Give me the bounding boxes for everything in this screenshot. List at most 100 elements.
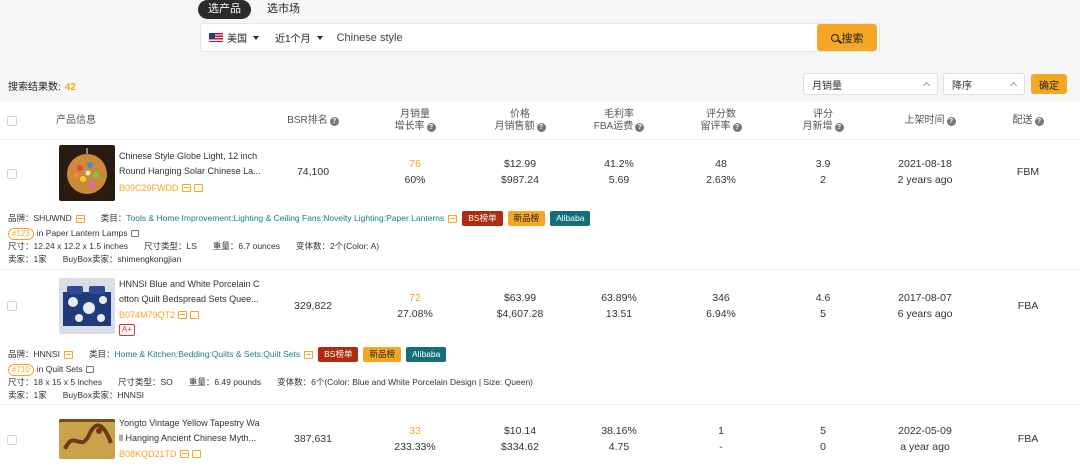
row-detail: 品牌：SHUWND 类目： Tools & Home Improvement:L… [0, 208, 1080, 267]
message-icon[interactable] [193, 184, 203, 192]
folder-icon[interactable] [179, 450, 189, 458]
new-release-tag[interactable]: 新品榜 [363, 347, 401, 362]
asin-link[interactable]: B09C29FWDD [119, 183, 203, 193]
tab-select-product[interactable]: 选产品 [198, 0, 251, 19]
sort-order-label: 降序 [952, 80, 972, 92]
results-table: 产品信息 BSR排名? 月销量 增长率? 价格 月销售额? 毛利率 FBA运费? 评分… [0, 102, 1080, 474]
category-link[interactable]: Tools & Home Improvement:Lighting & Ceil… [126, 212, 444, 225]
search-icon [830, 33, 839, 42]
table-header: 产品信息 BSR排名? 月销量 增长率? 价格 月销售额? 毛利率 FBA运费? 评分… [0, 102, 1080, 140]
folder-icon[interactable] [75, 214, 85, 223]
confirm-button[interactable]: 确定 [1031, 74, 1067, 94]
header-bsr: BSR排名? [275, 102, 351, 140]
row-checkbox[interactable] [7, 435, 17, 445]
row-checkbox[interactable] [7, 169, 17, 179]
help-icon: ? [946, 116, 956, 126]
help-icon: ? [536, 122, 546, 132]
folder-icon[interactable] [63, 350, 73, 359]
bsr-value: 329,822 [294, 300, 332, 312]
caret-down-icon [253, 35, 259, 40]
header-monthly-sales[interactable]: 月销量 增长率? [380, 102, 450, 140]
header-product-info: 产品信息 [56, 115, 96, 126]
product-image[interactable] [59, 419, 115, 459]
price-cell: $12.99 $987.24 [501, 158, 539, 186]
folder-icon[interactable] [178, 311, 188, 319]
fulfillment-value: FBA [1017, 433, 1039, 445]
header-rating[interactable]: 评分 月新增? [788, 102, 858, 140]
help-icon: ? [426, 122, 436, 132]
fulfillment-value: FBM [1016, 166, 1040, 178]
bsr-value: 387,631 [294, 433, 332, 445]
search-button-label: 搜索 [841, 32, 864, 45]
country-label: 美国 [227, 34, 247, 45]
message-icon[interactable] [190, 311, 200, 319]
table-row[interactable]: HNNSI Blue and White Porcelain Cotton Qu… [0, 270, 1080, 340]
rank-category[interactable]: in Paper Lantern Lamps [37, 227, 128, 240]
sales-cell: 72 27.08% [397, 292, 433, 320]
brand-text: 品牌：HNNSI [8, 349, 60, 359]
sort-order-select[interactable]: 降序 [943, 73, 1025, 95]
help-icon: ? [329, 116, 339, 126]
asin-link[interactable]: B08KQD21TD [119, 449, 201, 459]
brand-text: 品牌：SHUWND [8, 213, 72, 223]
folder-icon[interactable] [448, 214, 458, 223]
bsr-value: 74,100 [296, 166, 330, 178]
sales-cell: 76 60% [404, 158, 426, 186]
country-select[interactable]: 美国 [201, 24, 267, 51]
new-release-tag[interactable]: 新品榜 [507, 211, 546, 226]
category-link[interactable]: Home & Kitchen:Bedding:Quilts & Sets:Qui… [114, 348, 300, 361]
external-link-icon[interactable] [130, 230, 139, 237]
rank-category[interactable]: in Quilt Sets [37, 363, 83, 376]
period-select[interactable]: 近1个月 [267, 24, 331, 51]
product-title[interactable]: Yongto Vintage Yellow Tapestry Wa ll Hang… [119, 416, 261, 446]
price-cell: $63.99 $4,607.28 [496, 292, 544, 320]
reviews-cell: 48 2.63% [706, 158, 736, 186]
caret-down-icon [316, 35, 323, 40]
reviews-cell: 346 6.94% [706, 292, 736, 320]
alibaba-tag[interactable]: Alibaba [406, 347, 447, 362]
listed-cell: 2022-05-09 a year ago [898, 425, 952, 453]
asin-link[interactable]: B074M79QT2 [119, 310, 200, 320]
external-link-icon[interactable] [85, 366, 94, 373]
header-margin[interactable]: 毛利率 FBA运费? [584, 102, 654, 140]
us-flag-icon [209, 33, 223, 42]
table-row[interactable]: Chinese Style Globe Light, 12 inch Round … [0, 140, 1080, 208]
results-label: 搜索结果数: [8, 82, 61, 93]
aplus-badge: A+ [119, 324, 135, 336]
reviews-cell: 1- [718, 425, 724, 453]
help-icon: ? [834, 122, 844, 132]
header-listed[interactable]: 上架时间? [890, 102, 970, 140]
fulfillment-value: FBA [1017, 300, 1039, 312]
header-reviews[interactable]: 评分数 留评率? [686, 102, 756, 140]
bs-tag[interactable]: BS榜单 [318, 347, 359, 362]
search-button[interactable]: 搜索 [817, 24, 877, 51]
sort-field-select[interactable]: 月销量 [803, 73, 938, 95]
product-image[interactable] [59, 278, 115, 334]
margin-cell: 41.2% 5.69 [604, 158, 634, 186]
header-price[interactable]: 价格 月销售额? [485, 102, 555, 140]
tab-select-market[interactable]: 选市场 [257, 0, 310, 19]
rank-badge: #710 [8, 363, 34, 376]
alibaba-tag[interactable]: Alibaba [550, 211, 591, 226]
header-fulfillment: 配送? [1000, 102, 1056, 140]
chevron-up-icon [1009, 81, 1018, 90]
folder-icon[interactable] [181, 184, 191, 192]
listed-cell: 2017-08-07 6 years ago [897, 292, 953, 320]
product-title[interactable]: HNNSI Blue and White Porcelain Cotton Qu… [119, 277, 261, 307]
row-detail: 品牌：HNNSI 类目： Home & Kitchen:Bedding:Quil… [0, 344, 1080, 402]
product-image[interactable] [59, 145, 115, 201]
rating-cell: 4.6 5 [815, 292, 831, 320]
search-bar: 美国 近1个月 Chinese style 搜索 [200, 23, 880, 52]
listed-cell: 2021-08-18 2 years ago [897, 158, 953, 186]
folder-icon[interactable] [304, 350, 314, 359]
message-icon[interactable] [191, 450, 201, 458]
bs-tag[interactable]: BS榜单 [462, 211, 503, 226]
product-title[interactable]: Chinese Style Globe Light, 12 inch Round … [119, 149, 261, 179]
select-all-checkbox[interactable] [7, 116, 17, 126]
period-label: 近1个月 [275, 34, 311, 45]
sort-field-label: 月销量 [812, 80, 842, 92]
row-checkbox[interactable] [7, 301, 17, 311]
search-input[interactable]: Chinese style [331, 32, 817, 44]
table-row[interactable]: Yongto Vintage Yellow Tapestry Wa ll Hang… [0, 405, 1080, 474]
rating-cell: 3.9 2 [815, 158, 831, 186]
